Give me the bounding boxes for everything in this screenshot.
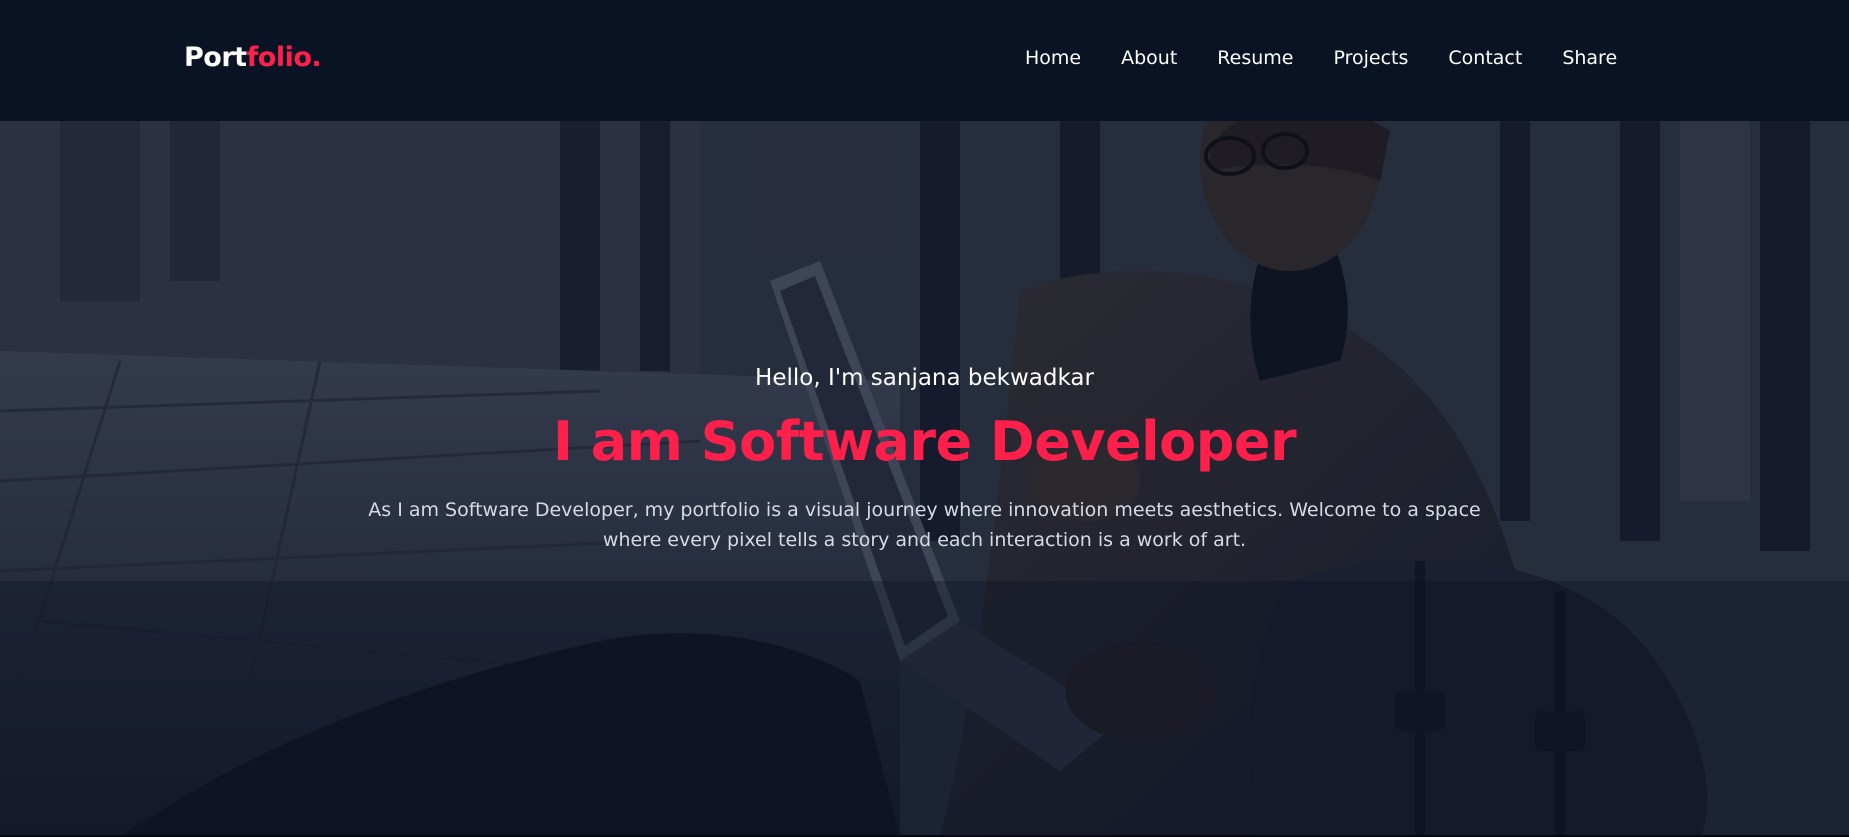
main-nav: Home About Resume Projects Contact Share bbox=[1025, 42, 1617, 74]
hero-overlay bbox=[0, 121, 1849, 837]
nav-link-contact[interactable]: Contact bbox=[1448, 42, 1522, 74]
nav-link-home[interactable]: Home bbox=[1025, 42, 1081, 74]
hero-greeting: Hello, I'm sanjana bekwadkar bbox=[755, 365, 1094, 391]
nav-link-about[interactable]: About bbox=[1121, 42, 1177, 74]
logo-text-main: Port bbox=[184, 42, 247, 73]
site-logo[interactable]: Portfolio. bbox=[184, 38, 322, 78]
hero-section: Hello, I'm sanjana bekwadkar I am Softwa… bbox=[0, 121, 1849, 837]
nav-link-projects[interactable]: Projects bbox=[1333, 42, 1408, 74]
hero-headline: I am Software Developer bbox=[552, 410, 1297, 473]
site-header: Portfolio. Home About Resume Projects Co… bbox=[0, 0, 1849, 121]
hero-intro-text: As I am Software Developer, my portfolio… bbox=[368, 499, 1481, 551]
nav-link-resume[interactable]: Resume bbox=[1217, 42, 1293, 74]
nav-link-share[interactable]: Share bbox=[1562, 42, 1617, 74]
logo-text-accent: folio. bbox=[246, 42, 322, 73]
